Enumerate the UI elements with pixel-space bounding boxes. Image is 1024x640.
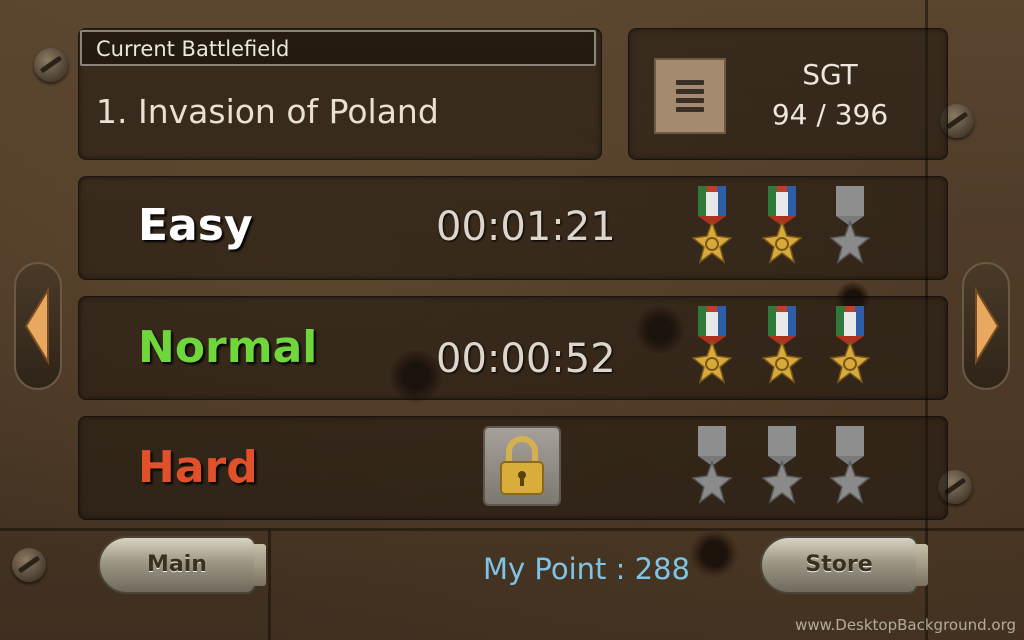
store-button[interactable]: Store [760, 536, 928, 594]
medal-earned-icon [761, 186, 803, 272]
battlefield-label: Current Battlefield [80, 30, 596, 66]
screw-icon [34, 48, 68, 82]
next-button[interactable] [962, 262, 1010, 390]
medal-earned-icon [829, 306, 871, 392]
medal-earned-icon [761, 306, 803, 392]
left-arrow-icon [24, 286, 49, 366]
battlefield-name: 1. Invasion of Poland [96, 92, 439, 131]
padlock-icon [483, 426, 561, 506]
watermark: www.DesktopBackground.org [795, 616, 1016, 634]
medal-earned-icon [691, 186, 733, 272]
rank-title: SGT [802, 58, 858, 91]
difficulty-label-normal: Normal [138, 322, 318, 373]
medal-locked-icon [829, 426, 871, 512]
right-arrow-icon [975, 286, 1000, 366]
medal-locked-icon [829, 186, 871, 272]
best-time-normal: 00:00:52 [436, 336, 616, 382]
best-time-easy: 00:01:21 [436, 204, 616, 250]
sergeant-rank-icon [654, 58, 726, 134]
plate-seam [268, 530, 271, 640]
bullet-hole [690, 530, 738, 578]
medal-earned-icon [691, 306, 733, 392]
medal-locked-icon [691, 426, 733, 512]
medal-locked-icon [761, 426, 803, 512]
difficulty-label-hard: Hard [138, 442, 258, 493]
rank-progress: 94 / 396 [771, 98, 889, 131]
previous-button[interactable] [14, 262, 62, 390]
main-button[interactable]: Main [98, 536, 266, 594]
plate-seam [0, 528, 1024, 531]
my-points: My Point : 288 [483, 552, 690, 586]
screw-icon [12, 548, 46, 582]
difficulty-label-easy: Easy [138, 200, 253, 251]
